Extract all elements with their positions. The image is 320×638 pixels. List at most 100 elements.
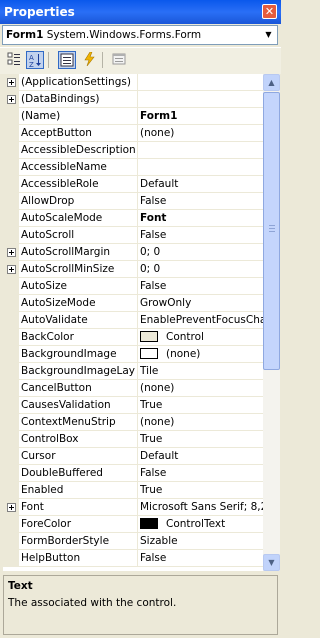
vertical-scrollbar[interactable]: ▲ ▼ bbox=[263, 74, 280, 571]
column-divider[interactable] bbox=[137, 499, 138, 516]
property-name[interactable]: Enabled bbox=[21, 483, 135, 498]
property-value[interactable]: False bbox=[140, 228, 263, 243]
property-value[interactable]: False bbox=[140, 466, 263, 481]
chevron-down-icon[interactable]: ▼ bbox=[261, 27, 276, 43]
property-row[interactable]: Cursor Default bbox=[3, 448, 263, 465]
column-divider[interactable] bbox=[137, 159, 138, 176]
column-divider[interactable] bbox=[137, 227, 138, 244]
property-value[interactable]: Control bbox=[140, 330, 263, 345]
property-row[interactable]: AccessibleDescription bbox=[3, 142, 263, 159]
property-value[interactable]: Form1 bbox=[140, 109, 263, 124]
column-divider[interactable] bbox=[137, 516, 138, 533]
properties-button[interactable] bbox=[58, 51, 76, 69]
property-row[interactable]: AllowDrop False bbox=[3, 193, 263, 210]
property-value[interactable] bbox=[140, 143, 263, 158]
property-row[interactable]: BackColor Control bbox=[3, 329, 263, 346]
property-value[interactable]: 0; 0 bbox=[140, 245, 263, 260]
column-divider[interactable] bbox=[137, 465, 138, 482]
property-value[interactable]: True bbox=[140, 432, 263, 447]
events-button[interactable] bbox=[80, 51, 98, 69]
categorized-button[interactable] bbox=[5, 51, 23, 69]
property-row[interactable]: AutoScrollMinSize 0; 0 bbox=[3, 261, 263, 278]
object-selector[interactable]: Form1 System.Windows.Forms.Form ▼ bbox=[2, 25, 278, 45]
column-divider[interactable] bbox=[137, 414, 138, 431]
property-name[interactable]: BackColor bbox=[21, 330, 135, 345]
property-row[interactable]: ControlBox True bbox=[3, 431, 263, 448]
property-row[interactable]: AutoSizeMode GrowOnly bbox=[3, 295, 263, 312]
column-divider[interactable] bbox=[137, 295, 138, 312]
column-divider[interactable] bbox=[137, 448, 138, 465]
property-name[interactable]: AcceptButton bbox=[21, 126, 135, 141]
property-row[interactable]: CausesValidation True bbox=[3, 397, 263, 414]
property-value[interactable]: Tile bbox=[140, 364, 263, 379]
property-value[interactable]: (none) bbox=[140, 381, 263, 396]
property-name[interactable]: AccessibleName bbox=[21, 160, 135, 175]
property-name[interactable]: (Name) bbox=[21, 109, 135, 124]
property-value[interactable]: False bbox=[140, 279, 263, 294]
property-row[interactable]: ForeColor ControlText bbox=[3, 516, 263, 533]
property-row[interactable]: DoubleBuffered False bbox=[3, 465, 263, 482]
property-name[interactable]: HelpButton bbox=[21, 551, 135, 566]
property-name[interactable]: CancelButton bbox=[21, 381, 135, 396]
column-divider[interactable] bbox=[137, 533, 138, 550]
column-divider[interactable] bbox=[137, 329, 138, 346]
property-value[interactable]: True bbox=[140, 483, 263, 498]
column-divider[interactable] bbox=[137, 210, 138, 227]
column-divider[interactable] bbox=[137, 74, 138, 91]
expand-plus-icon[interactable] bbox=[7, 95, 16, 104]
property-value[interactable]: Sizable bbox=[140, 534, 263, 549]
column-divider[interactable] bbox=[137, 142, 138, 159]
property-row[interactable]: AccessibleName bbox=[3, 159, 263, 176]
property-name[interactable]: (DataBindings) bbox=[21, 92, 135, 107]
property-name[interactable]: AutoSizeMode bbox=[21, 296, 135, 311]
property-name[interactable]: ControlBox bbox=[21, 432, 135, 447]
column-divider[interactable] bbox=[137, 482, 138, 499]
property-name[interactable]: AllowDrop bbox=[21, 194, 135, 209]
column-divider[interactable] bbox=[137, 108, 138, 125]
scroll-up-button[interactable]: ▲ bbox=[263, 74, 280, 91]
property-name[interactable]: AccessibleRole bbox=[21, 177, 135, 192]
property-value[interactable]: True bbox=[140, 398, 263, 413]
column-divider[interactable] bbox=[137, 244, 138, 261]
column-divider[interactable] bbox=[137, 363, 138, 380]
property-name[interactable]: Cursor bbox=[21, 449, 135, 464]
property-value[interactable]: False bbox=[140, 194, 263, 209]
property-value[interactable] bbox=[140, 160, 263, 175]
alphabetical-button[interactable]: A Z bbox=[26, 51, 44, 69]
column-divider[interactable] bbox=[137, 346, 138, 363]
property-value[interactable]: (none) bbox=[140, 415, 263, 430]
property-name[interactable]: AccessibleDescription bbox=[21, 143, 135, 158]
property-row[interactable]: CancelButton (none) bbox=[3, 380, 263, 397]
expand-plus-icon[interactable] bbox=[7, 248, 16, 257]
property-row[interactable]: BackgroundImage (none) bbox=[3, 346, 263, 363]
property-row[interactable]: (Name) Form1 bbox=[3, 108, 263, 125]
property-name[interactable]: CausesValidation bbox=[21, 398, 135, 413]
scroll-thumb[interactable] bbox=[263, 92, 280, 370]
close-button[interactable]: ✕ bbox=[262, 4, 277, 19]
column-divider[interactable] bbox=[137, 397, 138, 414]
property-name[interactable]: AutoScrollMinSize bbox=[21, 262, 135, 277]
property-row[interactable]: AutoScroll False bbox=[3, 227, 263, 244]
column-divider[interactable] bbox=[137, 193, 138, 210]
property-pages-button[interactable] bbox=[110, 51, 128, 69]
property-value[interactable] bbox=[140, 75, 263, 90]
property-name[interactable]: ContextMenuStrip bbox=[21, 415, 135, 430]
expand-plus-icon[interactable] bbox=[7, 503, 16, 512]
column-divider[interactable] bbox=[137, 278, 138, 295]
property-row[interactable]: AutoValidate EnablePreventFocusChange bbox=[3, 312, 263, 329]
column-divider[interactable] bbox=[137, 125, 138, 142]
column-divider[interactable] bbox=[137, 176, 138, 193]
property-name[interactable]: AutoScroll bbox=[21, 228, 135, 243]
property-value[interactable]: Default bbox=[140, 177, 263, 192]
property-row[interactable]: AccessibleRole Default bbox=[3, 176, 263, 193]
property-row[interactable]: AutoScrollMargin 0; 0 bbox=[3, 244, 263, 261]
property-name[interactable]: BackgroundImage bbox=[21, 347, 135, 362]
property-row[interactable]: FormBorderStyle Sizable bbox=[3, 533, 263, 550]
property-value[interactable]: (none) bbox=[140, 347, 263, 362]
property-value[interactable]: GrowOnly bbox=[140, 296, 263, 311]
property-name[interactable]: AutoValidate bbox=[21, 313, 135, 328]
property-row[interactable]: AutoSize False bbox=[3, 278, 263, 295]
column-divider[interactable] bbox=[137, 431, 138, 448]
property-row[interactable]: BackgroundImageLayout Tile bbox=[3, 363, 263, 380]
property-value[interactable]: False bbox=[140, 551, 263, 566]
